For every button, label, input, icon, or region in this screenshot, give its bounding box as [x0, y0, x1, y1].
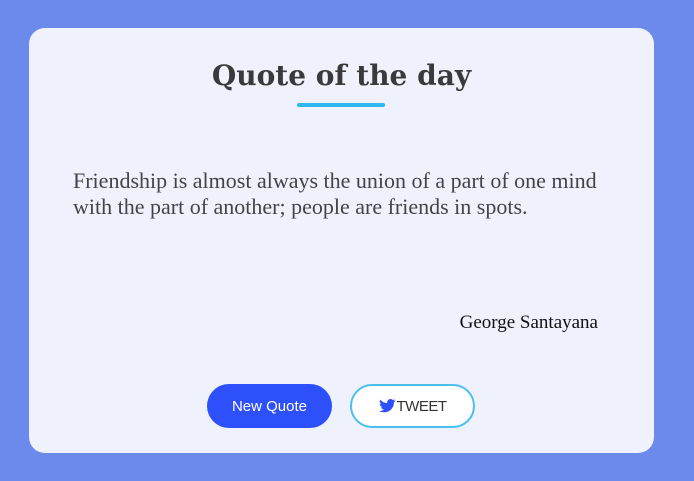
- twitter-bird-icon: [378, 399, 396, 413]
- quote-author: George Santayana: [459, 312, 598, 333]
- new-quote-label: New Quote: [231, 397, 308, 415]
- quote-text: Friendship is almost always the union of…: [73, 168, 597, 219]
- title-underline: [297, 103, 385, 107]
- tweet-label: TWEET: [396, 397, 448, 415]
- quote-card: Quote of the day Friendship is almost al…: [29, 28, 654, 453]
- new-quote-button[interactable]: New Quote: [207, 384, 332, 428]
- tweet-button[interactable]: TWEET: [350, 384, 475, 428]
- page-title: Quote of the day: [211, 59, 472, 92]
